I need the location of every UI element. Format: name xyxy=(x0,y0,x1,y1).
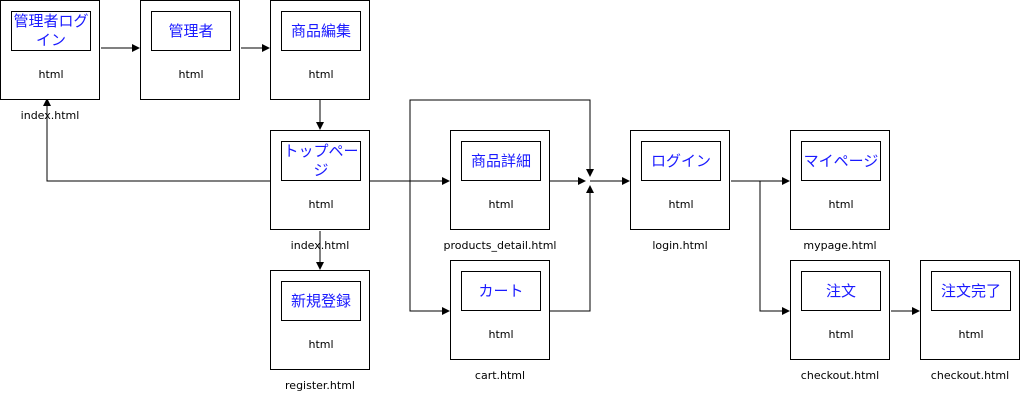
node-title: トップページ xyxy=(281,141,361,181)
node-order-complete: 注文完了 html xyxy=(920,260,1020,360)
node-type: html xyxy=(308,338,334,351)
node-title: カート xyxy=(461,271,541,311)
node-file-label: index.html xyxy=(20,109,80,122)
node-login: ログイン html xyxy=(630,130,730,230)
node-type: html xyxy=(828,328,854,341)
node-type: html xyxy=(38,68,64,81)
node-top-page: トップページ html xyxy=(270,130,370,230)
node-type: html xyxy=(668,198,694,211)
node-type: html xyxy=(488,198,514,211)
node-title: 商品詳細 xyxy=(461,141,541,181)
node-title: ログイン xyxy=(641,141,721,181)
node-type: html xyxy=(308,198,334,211)
node-order: 注文 html xyxy=(790,260,890,360)
node-type: html xyxy=(828,198,854,211)
node-cart: カート html xyxy=(450,260,550,360)
node-title: 新規登録 xyxy=(281,281,361,321)
node-type: html xyxy=(308,68,334,81)
node-title: 管理者ログイン xyxy=(11,11,91,51)
node-file-label: checkout.html xyxy=(800,369,880,382)
node-type: html xyxy=(178,68,204,81)
node-title: 注文完了 xyxy=(931,271,1011,311)
node-admin-login: 管理者ログイン html xyxy=(0,0,100,100)
node-type: html xyxy=(958,328,984,341)
node-title: 管理者 xyxy=(151,11,231,51)
node-file-label: products_detail.html xyxy=(443,239,557,252)
node-title: 注文 xyxy=(801,271,881,311)
node-file-label: index.html xyxy=(290,239,350,252)
node-title: マイページ xyxy=(801,141,881,181)
node-register: 新規登録 html xyxy=(270,270,370,370)
node-type: html xyxy=(488,328,514,341)
node-product-detail: 商品詳細 html xyxy=(450,130,550,230)
node-title: 商品編集 xyxy=(281,11,361,51)
node-file-label: cart.html xyxy=(474,369,526,382)
node-mypage: マイページ html xyxy=(790,130,890,230)
node-file-label: mypage.html xyxy=(803,239,877,252)
node-file-label: checkout.html xyxy=(930,369,1010,382)
node-product-edit: 商品編集 html xyxy=(270,0,370,100)
node-admin: 管理者 html xyxy=(140,0,240,100)
node-file-label: login.html xyxy=(652,239,708,252)
node-file-label: register.html xyxy=(285,379,355,392)
